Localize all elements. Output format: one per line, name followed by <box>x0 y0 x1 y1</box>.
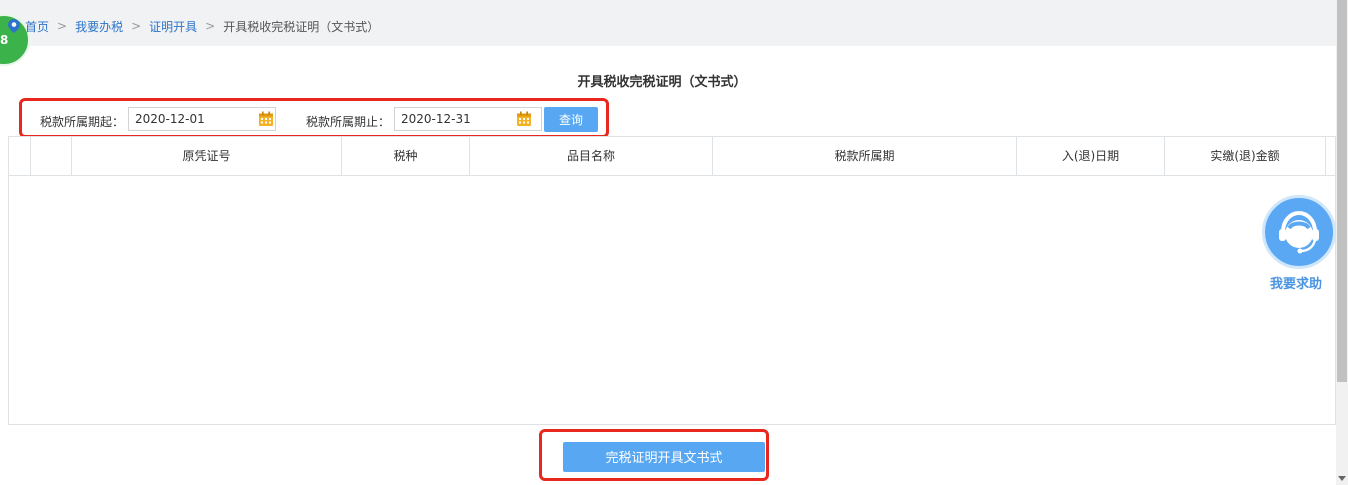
query-button[interactable]: 查询 <box>544 107 598 132</box>
location-pin-icon <box>8 19 20 33</box>
scroll-down-arrow-icon[interactable] <box>1338 476 1346 481</box>
column-header-voucher-no[interactable]: 原凭证号 <box>72 137 342 175</box>
column-header-select[interactable] <box>31 137 72 175</box>
badge-count: 8 <box>0 33 9 47</box>
breadcrumb-separator: > <box>131 19 142 33</box>
results-table: 原凭证号 税种 品目名称 税款所属期 入(退)日期 实缴(退)金额 <box>8 136 1336 425</box>
breadcrumb-separator: > <box>205 19 216 33</box>
scrollbar-thumb[interactable] <box>1337 0 1347 382</box>
start-period-label: 税款所属期起： <box>40 115 125 129</box>
page-title: 开具税收完税证明（文书式） <box>577 75 747 90</box>
table-header: 原凭证号 税种 品目名称 税款所属期 入(退)日期 实缴(退)金额 <box>9 137 1335 176</box>
breadcrumb-tax-service[interactable]: 我要办税 <box>75 18 123 35</box>
calendar-icon[interactable] <box>258 111 274 127</box>
breadcrumb-current: 开具税收完税证明（文书式） <box>223 19 380 34</box>
customer-service-icon <box>1279 210 1319 254</box>
end-period-label: 税款所属期止： <box>306 115 391 129</box>
column-header-item-name[interactable]: 品目名称 <box>470 137 713 175</box>
breadcrumb: 首页 > 我要办税 > 证明开具 > 开具税收完税证明（文书式） <box>8 17 379 35</box>
calendar-icon[interactable] <box>516 111 532 127</box>
column-header-amount[interactable]: 实缴(退)金额 <box>1165 137 1326 175</box>
column-header-blank <box>9 137 31 175</box>
column-header-entry-date[interactable]: 入(退)日期 <box>1017 137 1165 175</box>
breadcrumb-certificate[interactable]: 证明开具 <box>149 18 197 35</box>
column-header-tax-period[interactable]: 税款所属期 <box>713 137 1017 175</box>
help-circle[interactable] <box>1262 195 1336 269</box>
column-header-tax-type[interactable]: 税种 <box>342 137 470 175</box>
help-widget[interactable]: 我要求助 <box>1262 195 1338 295</box>
issue-certificate-button[interactable]: 完税证明开具文书式 <box>563 442 765 472</box>
breadcrumb-home[interactable]: 首页 <box>25 18 49 35</box>
help-label[interactable]: 我要求助 <box>1270 273 1322 292</box>
breadcrumb-separator: > <box>57 19 68 33</box>
start-period-input[interactable] <box>128 107 276 131</box>
